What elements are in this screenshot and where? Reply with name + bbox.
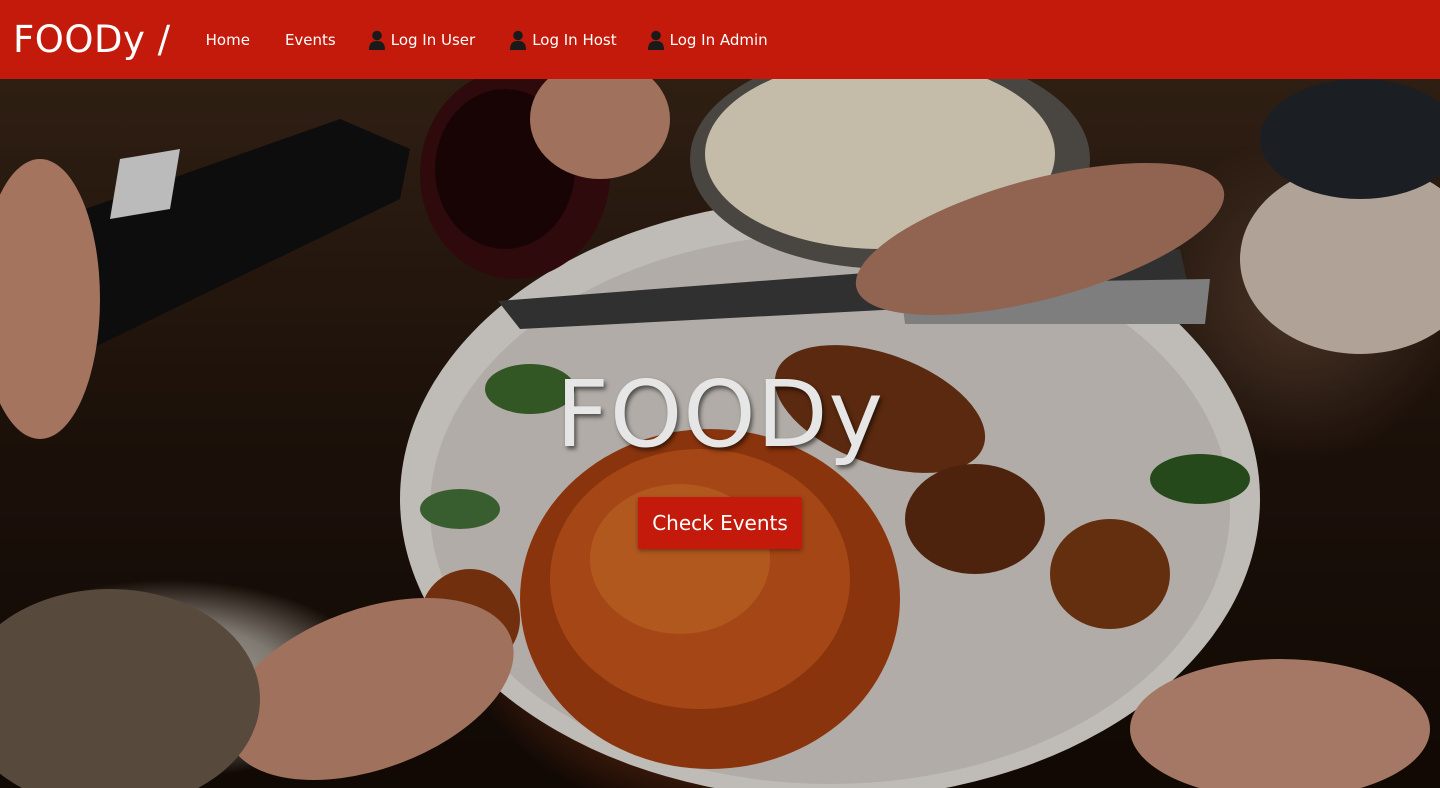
hero-title: FOODy <box>555 361 885 468</box>
nav-link-login-host[interactable]: Log In Host <box>509 30 617 50</box>
nav-link-events[interactable]: Events <box>285 31 336 49</box>
user-icon <box>647 30 664 50</box>
user-icon <box>510 30 527 50</box>
hero-section: FOODy Check Events <box>0 79 1440 788</box>
nav-link-login-user[interactable]: Log In User <box>368 30 475 50</box>
top-navbar: FOODy / Home Events Log In User Log In H… <box>0 0 1440 79</box>
nav-link-label: Log In Host <box>532 30 617 49</box>
nav-link-login-admin[interactable]: Log In Admin <box>647 30 768 50</box>
nav-link-label: Log In Admin <box>669 30 768 49</box>
nav-link-label: Home <box>205 30 250 49</box>
nav-link-label: Events <box>284 30 336 49</box>
nav-link-home[interactable]: Home <box>206 31 250 49</box>
check-events-button[interactable]: Check Events <box>638 497 802 549</box>
nav-links: Home Events Log In User Log In Host Log <box>206 30 802 50</box>
brand-logo[interactable]: FOODy / <box>13 18 171 61</box>
nav-link-label: Log In User <box>390 30 476 49</box>
user-icon <box>368 30 385 50</box>
